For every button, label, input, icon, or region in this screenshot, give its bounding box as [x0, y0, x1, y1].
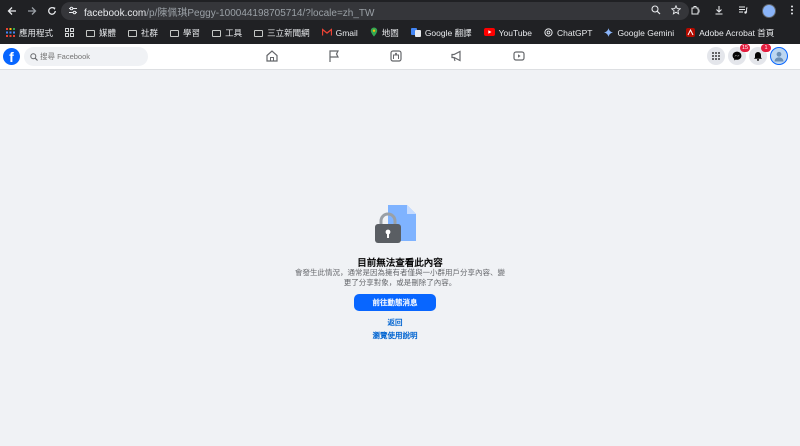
nav-pages-flag-icon[interactable]: [327, 49, 341, 63]
messenger-button[interactable]: 15: [728, 44, 750, 65]
menu-grid-icon: [712, 52, 720, 60]
bookmark-label: Google 翻譯: [424, 28, 472, 38]
bookmark-folder-social[interactable]: 社群: [122, 22, 164, 44]
bookmark-label: 工具: [225, 28, 243, 38]
folder-icon: [128, 29, 138, 37]
forward-arrow-icon[interactable]: [22, 1, 42, 21]
bookmark-label: Google Gemini: [617, 28, 675, 38]
bookmark-label: 社群: [141, 28, 159, 38]
folder-icon: [86, 29, 96, 37]
nav-home-icon[interactable]: [265, 49, 279, 63]
notifications-badge: 1: [761, 44, 771, 52]
apps-grid-icon: [6, 27, 15, 39]
chatgpt-icon: [544, 27, 553, 39]
locked-document-icon: [374, 203, 418, 247]
facebook-search[interactable]: [24, 47, 148, 66]
youtube-icon: [483, 28, 495, 38]
facebook-header: f 15 1: [0, 44, 800, 70]
bookmark-label: 地圖: [381, 28, 399, 38]
page-title: 目前無法查看此內容: [357, 258, 443, 269]
bookmarks-bar: 應用程式 媒體 社群 學習 工具 三立新聞網 Gmail 地圖 Google 翻…: [0, 22, 800, 44]
nav-ads-megaphone-icon[interactable]: [450, 49, 464, 63]
bookmark-apps[interactable]: 應用程式: [0, 22, 59, 44]
avatar-image-icon: [773, 50, 785, 62]
bookmark-label: YouTube: [498, 28, 532, 38]
gmail-icon: [321, 28, 332, 38]
help-center-link[interactable]: 瀏覽使用說明: [0, 330, 790, 341]
bookmark-youtube[interactable]: YouTube: [478, 22, 538, 44]
go-to-feed-button[interactable]: 前往動態消息: [354, 294, 436, 311]
messenger-badge: 15: [740, 44, 750, 52]
site-info-icon[interactable]: [68, 2, 78, 20]
notifications-button[interactable]: 1: [749, 44, 771, 65]
zoom-icon[interactable]: [651, 4, 661, 18]
translate-icon: [410, 27, 421, 39]
folder-icon: [170, 29, 180, 37]
bookmark-gemini[interactable]: Google Gemini: [598, 22, 680, 44]
url-host: facebook.com: [84, 7, 147, 19]
browser-toolbar: facebook.com/p/陳佩琪Peggy-100044198705714/…: [0, 0, 800, 22]
bookmark-chatgpt[interactable]: ChatGPT: [538, 22, 598, 44]
chrome-menu-icon[interactable]: [790, 5, 794, 18]
menu-grid-button[interactable]: [707, 47, 725, 65]
bookmark-label: Adobe Acrobat 首頁: [699, 28, 775, 38]
back-link[interactable]: 返回: [0, 317, 790, 328]
profile-avatar-icon[interactable]: [762, 4, 776, 18]
bookmark-folder-tools[interactable]: 工具: [206, 22, 248, 44]
profile-avatar[interactable]: [770, 47, 788, 65]
bell-icon: [753, 51, 763, 61]
downloads-icon[interactable]: [714, 5, 724, 18]
folder-icon: [254, 29, 264, 37]
nav-video-icon[interactable]: [512, 49, 526, 63]
address-text: facebook.com/p/陳佩琪Peggy-100044198705714/…: [84, 4, 374, 19]
search-icon: [30, 52, 38, 61]
bookmark-acrobat[interactable]: Adobe Acrobat 首頁: [680, 22, 780, 44]
bookmark-label: 三立新聞網: [267, 28, 310, 38]
address-bar[interactable]: facebook.com/p/陳佩琪Peggy-100044198705714/…: [61, 2, 689, 20]
bookmark-folder-setn[interactable]: 三立新聞網: [248, 22, 316, 44]
browser-chrome: facebook.com/p/陳佩琪Peggy-100044198705714/…: [0, 0, 800, 44]
maps-icon: [370, 27, 378, 39]
search-input[interactable]: [40, 52, 140, 61]
bookmark-folder-learning[interactable]: 學習: [164, 22, 206, 44]
bookmark-label: ChatGPT: [557, 28, 593, 38]
facebook-logo-icon[interactable]: f: [3, 48, 20, 65]
bookmark-tab-groups[interactable]: [59, 22, 80, 44]
messenger-icon: [732, 51, 742, 61]
reload-icon[interactable]: [42, 1, 62, 21]
bookmark-label: 應用程式: [19, 28, 54, 38]
content-unavailable-panel: 目前無法查看此內容 會發生此情況，通常是因為擁有者僅與一小群用戶分享內容、變更了…: [0, 70, 800, 446]
bookmark-gmail[interactable]: Gmail: [316, 22, 364, 44]
folder-icon: [212, 29, 222, 37]
bookmark-translate[interactable]: Google 翻譯: [405, 22, 478, 44]
media-queue-icon[interactable]: [738, 5, 748, 18]
acrobat-icon: [686, 27, 696, 39]
bookmark-label: 學習: [183, 28, 201, 38]
bookmark-label: 媒體: [99, 28, 117, 38]
extensions-icon[interactable]: [690, 5, 700, 18]
description-text: 會發生此情況，通常是因為擁有者僅與一小群用戶分享內容、變更了分享對象，或是刪除了…: [295, 268, 505, 287]
bookmark-label: Gmail: [335, 28, 358, 38]
url-path: /p/陳佩琪Peggy-100044198705714/?locale=zh_T…: [146, 7, 375, 19]
bookmark-star-icon[interactable]: [670, 4, 682, 18]
nav-marketplace-icon[interactable]: [389, 49, 403, 63]
grid-icon: [65, 27, 74, 39]
bookmark-folder-media[interactable]: 媒體: [80, 22, 122, 44]
bookmark-maps[interactable]: 地圖: [364, 22, 405, 44]
gemini-icon: [604, 27, 614, 39]
back-arrow-icon[interactable]: [2, 1, 22, 21]
